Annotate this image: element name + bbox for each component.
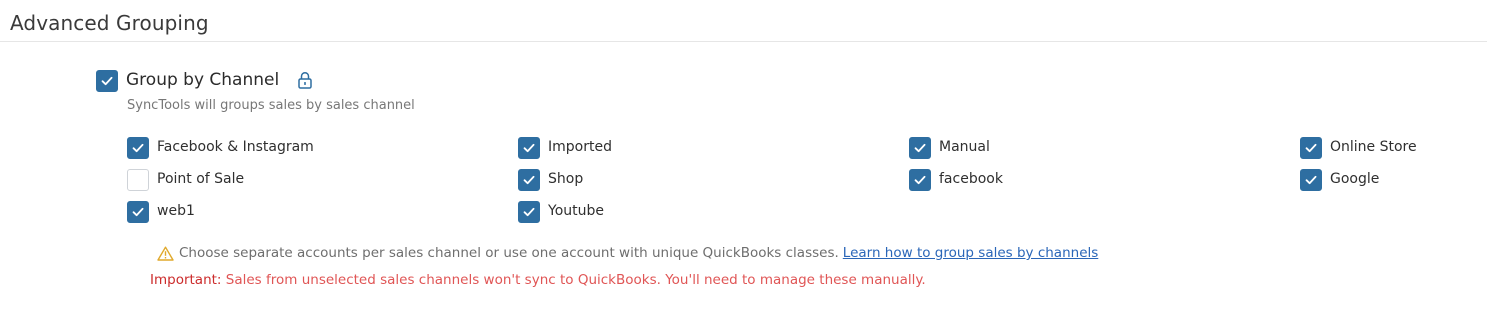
grouping-notice: Choose separate accounts per sales chann… <box>157 245 1098 261</box>
group-by-channel-subtitle: SyncTools will groups sales by sales cha… <box>127 98 415 113</box>
channel-checkbox-facebook[interactable] <box>909 169 931 191</box>
channel-label-online-store[interactable]: Online Store <box>1330 139 1417 155</box>
group-by-channel-label[interactable]: Group by Channel <box>126 70 279 90</box>
channel-label-web1[interactable]: web1 <box>157 203 195 219</box>
channel-checkbox-google[interactable] <box>1300 169 1322 191</box>
section-title: Advanced Grouping <box>10 11 209 35</box>
checkmark-icon <box>1305 175 1317 185</box>
channel-label-manual[interactable]: Manual <box>939 139 990 155</box>
channel-label-facebook-instagram[interactable]: Facebook & Instagram <box>157 139 314 155</box>
checkmark-icon <box>523 207 535 217</box>
important-text: Sales from unselected sales channels won… <box>225 272 926 288</box>
channel-label-facebook[interactable]: facebook <box>939 171 1003 187</box>
channel-checkbox-online-store[interactable] <box>1300 137 1322 159</box>
checkmark-icon <box>914 143 926 153</box>
checkmark-icon <box>523 175 535 185</box>
channel-checkbox-web1[interactable] <box>127 201 149 223</box>
checkmark-icon <box>132 143 144 153</box>
learn-group-sales-link[interactable]: Learn how to group sales by channels <box>843 245 1099 261</box>
checkmark-icon <box>914 175 926 185</box>
group-by-channel-checkbox[interactable] <box>96 70 118 92</box>
warning-icon <box>157 246 174 261</box>
channel-checkbox-youtube[interactable] <box>518 201 540 223</box>
lock-icon[interactable] <box>297 71 313 89</box>
channel-label-youtube[interactable]: Youtube <box>548 203 604 219</box>
checkmark-icon <box>523 143 535 153</box>
channel-label-google[interactable]: Google <box>1330 171 1379 187</box>
channel-checkbox-manual[interactable] <box>909 137 931 159</box>
channel-label-point-of-sale[interactable]: Point of Sale <box>157 171 244 187</box>
section-divider <box>0 41 1487 42</box>
checkmark-icon <box>101 76 113 86</box>
channel-label-shop[interactable]: Shop <box>548 171 583 187</box>
channel-label-imported[interactable]: Imported <box>548 139 612 155</box>
checkmark-icon <box>1305 143 1317 153</box>
channel-checkbox-imported[interactable] <box>518 137 540 159</box>
channel-checkbox-facebook-instagram[interactable] <box>127 137 149 159</box>
channel-checkbox-point-of-sale[interactable] <box>127 169 149 191</box>
checkmark-icon <box>132 207 144 217</box>
important-warning: Important: Sales from unselected sales c… <box>150 272 926 288</box>
notice-text: Choose separate accounts per sales chann… <box>179 245 839 261</box>
important-lead: Important: <box>150 272 222 288</box>
channel-checkbox-shop[interactable] <box>518 169 540 191</box>
